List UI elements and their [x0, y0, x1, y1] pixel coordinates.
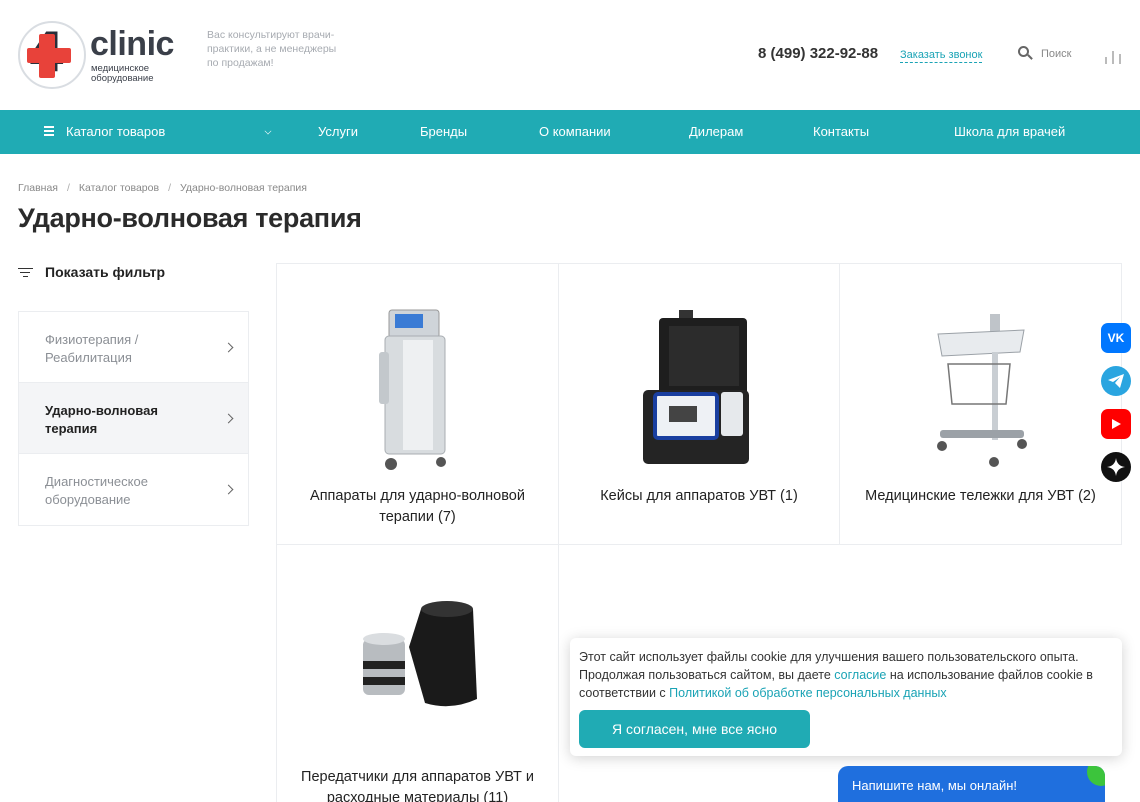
breadcrumb-home[interactable]: Главная: [18, 182, 58, 194]
sidebar-item-label: Физиотерапия / Реабилитация: [45, 332, 139, 365]
phone-number[interactable]: 8 (499) 322-92-88: [758, 45, 878, 62]
category-card-label: Медицинские тележки для УВТ (2): [865, 488, 1096, 504]
chat-label: Напишите нам, мы онлайн!: [852, 778, 1018, 793]
main-nav: Каталог товаров Услуги Бренды О компании…: [0, 110, 1140, 154]
search-button[interactable]: Поиск: [1018, 46, 1071, 61]
nav-catalog[interactable]: Каталог товаров: [66, 110, 165, 154]
category-card-label: Кейсы для аппаратов УВТ (1): [600, 488, 798, 504]
nav-about[interactable]: О компании: [539, 110, 611, 154]
sidebar-item-shockwave[interactable]: Ударно-волновая терапия: [19, 383, 248, 454]
chevron-right-icon: [223, 484, 234, 495]
nav-school[interactable]: Школа для врачей: [954, 110, 1065, 154]
chevron-right-icon: [223, 342, 234, 353]
privacy-policy-link[interactable]: Политикой об обработке персональных данн…: [669, 686, 946, 700]
logo-word: clinic: [90, 25, 174, 63]
filter-label: Показать фильтр: [45, 264, 166, 280]
category-card-label: Передатчики для аппаратов УВТ и расходны…: [301, 769, 534, 802]
tagline: Вас консультируют врачи-практики, а не м…: [207, 29, 337, 69]
callback-link[interactable]: Заказать звонок: [900, 48, 983, 63]
chevron-right-icon: [223, 413, 234, 424]
cookie-text: Этот сайт использует файлы cookie для ул…: [579, 648, 1112, 702]
menu-icon: [44, 125, 55, 137]
transmitter-image: [363, 601, 477, 707]
category-sidebar: Физиотерапия / Реабилитация Ударно-волно…: [18, 311, 249, 526]
chat-widget[interactable]: Напишите нам, мы онлайн!: [838, 766, 1105, 802]
sidebar-item-label: Ударно-волновая терапия: [45, 403, 158, 436]
chevron-down-icon[interactable]: [264, 127, 272, 135]
sparkle-icon[interactable]: [1101, 452, 1131, 482]
breadcrumb-separator: /: [66, 182, 70, 194]
nav-services[interactable]: Услуги: [318, 110, 358, 154]
search-label: Поиск: [1041, 47, 1072, 60]
device-case-image: [643, 310, 749, 464]
cookie-banner: Этот сайт использует файлы cookie для ул…: [570, 638, 1122, 756]
cookie-accept-button[interactable]: Я согласен, мне все ясно: [579, 710, 810, 748]
header: 4 clinic медицинское оборудование Вас ко…: [0, 0, 1140, 110]
breadcrumb-separator: /: [168, 182, 171, 194]
logo[interactable]: 4 clinic медицинское оборудование: [18, 20, 186, 90]
online-status-icon: [1087, 766, 1105, 786]
category-card-label: Аппараты для ударно-волновой терапии (7): [310, 488, 525, 525]
category-card[interactable]: Кейсы для аппаратов УВТ (1): [558, 263, 840, 545]
search-icon: [1018, 46, 1033, 61]
category-card[interactable]: Передатчики для аппаратов УВТ и расходны…: [276, 544, 559, 802]
sidebar-item-physio[interactable]: Физиотерапия / Реабилитация: [19, 312, 248, 383]
category-card[interactable]: Медицинские тележки для УВТ (2): [839, 263, 1122, 545]
show-filter-button[interactable]: Показать фильтр: [18, 264, 165, 280]
nav-dealers[interactable]: Дилерам: [689, 110, 743, 154]
sidebar-item-diagnostic[interactable]: Диагностическое оборудование: [19, 454, 248, 525]
page-title: Ударно-волновая терапия: [18, 203, 362, 233]
vk-label: VK: [1107, 331, 1125, 345]
youtube-icon[interactable]: [1101, 409, 1131, 439]
category-card[interactable]: Аппараты для ударно-волновой терапии (7): [276, 263, 559, 545]
filter-icon: [18, 267, 33, 278]
sidebar-item-label: Диагностическое оборудование: [45, 474, 148, 507]
breadcrumb: Главная / Каталог товаров / Ударно-волно…: [18, 182, 307, 194]
breadcrumb-catalog[interactable]: Каталог товаров: [79, 182, 159, 194]
medical-cart-image: [937, 314, 1027, 467]
logo-plus-bar: [27, 48, 71, 63]
consent-link[interactable]: согласие: [834, 668, 886, 682]
shockwave-device-image: [379, 309, 446, 470]
vk-icon[interactable]: VK: [1101, 323, 1131, 353]
nav-brands[interactable]: Бренды: [420, 110, 467, 154]
logo-subtitle: медицинское оборудование: [91, 63, 154, 84]
telegram-icon[interactable]: [1101, 366, 1131, 396]
nav-contacts[interactable]: Контакты: [813, 110, 869, 154]
breadcrumb-current: Ударно-волновая терапия: [180, 182, 307, 194]
compare-icon[interactable]: [1103, 48, 1125, 64]
